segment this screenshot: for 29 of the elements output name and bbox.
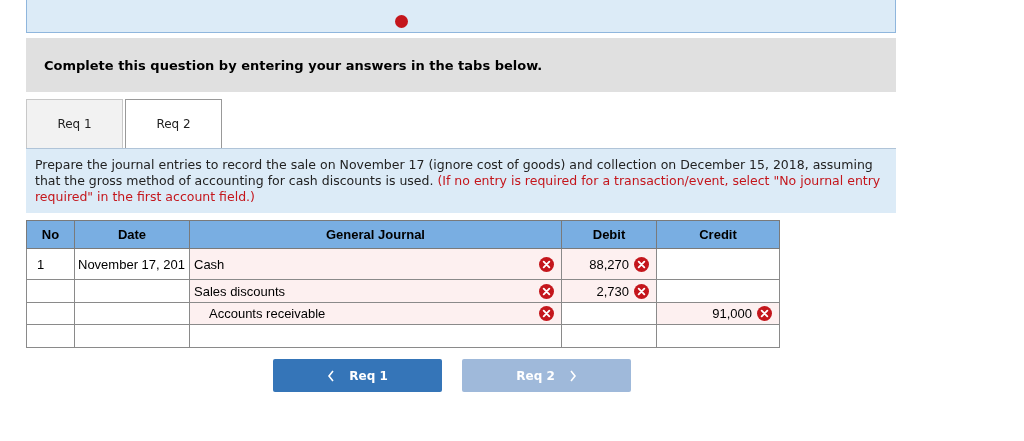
column-header: Credit <box>656 220 780 249</box>
tab[interactable]: Req 1 <box>26 99 123 148</box>
error-icon <box>539 306 554 321</box>
prompt-text: Complete this question by entering your answers in the tabs below. <box>44 57 543 73</box>
chevron-icon <box>568 369 577 382</box>
column-header: Date <box>74 220 190 249</box>
column-header: General Journal <box>189 220 562 249</box>
error-icon <box>539 256 554 272</box>
error-icon <box>634 256 649 272</box>
column-header: No <box>26 220 75 249</box>
table-cell: November 17, 201 <box>74 248 190 280</box>
tab[interactable]: Req 2 <box>125 99 222 148</box>
chevron-icon <box>327 369 336 382</box>
table-cell <box>26 324 75 348</box>
error-icon <box>634 283 649 299</box>
cell-text: 2,730 <box>596 283 629 299</box>
cell-text: 91,000 <box>712 306 752 321</box>
instructions-text: Prepare the journal entries to record the sale on November 17 (ignore cost of goods) and collection on December 15, 2018, assuming that the gross method of accounting for cash discounts is used. (If no entry is required for a transaction/event, select "No journal entry required" in the first account field.) <box>35 157 882 205</box>
error-icon <box>539 283 554 299</box>
nav-button[interactable]: Req 1 <box>273 359 442 392</box>
column-header: Debit <box>561 220 657 249</box>
cell-text: 88,270 <box>589 256 629 272</box>
error-icon <box>757 306 772 321</box>
table-cell <box>26 279 75 303</box>
table-cell: 1 <box>26 248 75 280</box>
cell-text: Sales discounts <box>194 283 286 299</box>
cell-text: Cash <box>194 256 225 272</box>
table-cell <box>26 302 75 325</box>
cell-text: Accounts receivable <box>208 306 326 321</box>
